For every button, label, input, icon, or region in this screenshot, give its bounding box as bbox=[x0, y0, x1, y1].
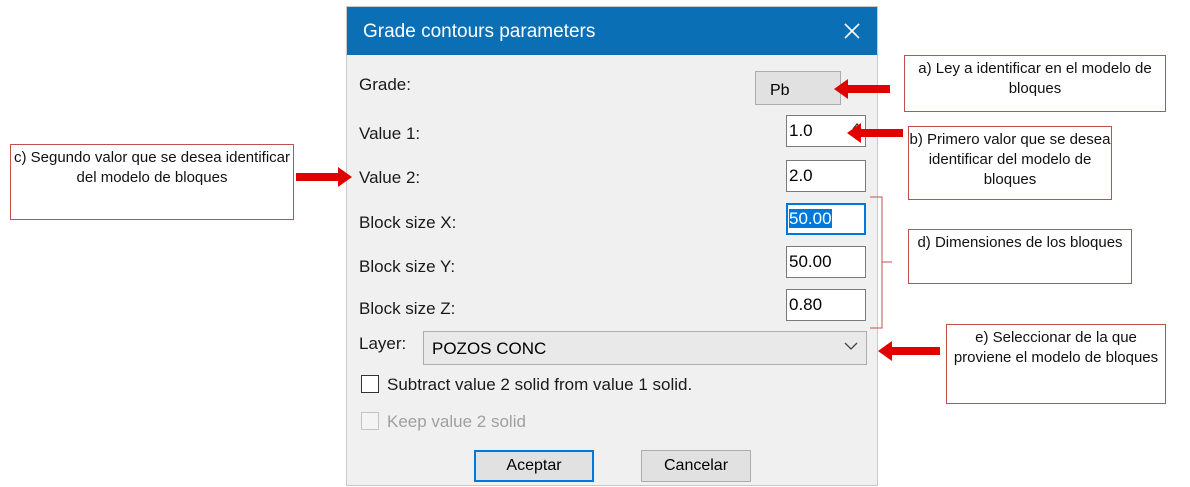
layer-select-value: POZOS CONC bbox=[432, 339, 547, 358]
layer-label: Layer: bbox=[359, 334, 407, 353]
annotation-e: e) Seleccionar de la que proviene el mod… bbox=[946, 324, 1166, 404]
annotation-e-text: e) Seleccionar de la que proviene el mod… bbox=[953, 329, 1159, 366]
annotation-b: b) Primero valor que se desea identifica… bbox=[908, 126, 1112, 200]
subtract-label: Subtract value 2 solid from value 1 soli… bbox=[387, 375, 693, 394]
keep-value2-label: Keep value 2 solid bbox=[387, 412, 526, 431]
value1-text: 1.0 bbox=[789, 121, 813, 140]
title-bar: Grade contours parameters bbox=[347, 7, 877, 55]
accept-button[interactable]: Aceptar bbox=[474, 450, 594, 482]
annotation-c: c) Segundo valor que se desea identifica… bbox=[10, 144, 294, 220]
subtract-checkbox[interactable] bbox=[361, 375, 379, 393]
grade-button[interactable]: Pb bbox=[755, 71, 841, 105]
keep-value2-checkbox bbox=[361, 412, 379, 430]
annotation-d: d) Dimensiones de los bloques bbox=[908, 229, 1132, 284]
chevron-down-icon bbox=[844, 342, 858, 350]
block-size-z-text: 0.80 bbox=[789, 295, 823, 314]
arrow-left-icon bbox=[847, 123, 903, 143]
annotation-b-text: b) Primero valor que se desea identifica… bbox=[909, 131, 1111, 188]
close-icon bbox=[844, 23, 860, 39]
annotation-d-text: d) Dimensiones de los bloques bbox=[917, 234, 1123, 251]
value2-label: Value 2: bbox=[359, 168, 421, 187]
arrow-left-icon bbox=[834, 79, 890, 99]
close-button[interactable] bbox=[827, 7, 877, 55]
block-size-x-label: Block size X: bbox=[359, 213, 457, 232]
annotation-a: a) Ley a identificar en el modelo de blo… bbox=[904, 55, 1166, 112]
grade-label: Grade: bbox=[359, 75, 411, 94]
block-size-x-text: 50.00 bbox=[789, 209, 832, 228]
block-size-x-input[interactable]: 50.00 bbox=[786, 203, 866, 235]
value2-text: 2.0 bbox=[789, 166, 813, 185]
block-size-z-input[interactable]: 0.80 bbox=[786, 289, 866, 321]
block-size-z-label: Block size Z: bbox=[359, 299, 456, 318]
value2-input[interactable]: 2.0 bbox=[786, 160, 866, 192]
cancel-button[interactable]: Cancelar bbox=[641, 450, 751, 482]
annotation-a-text: a) Ley a identificar en el modelo de blo… bbox=[918, 60, 1152, 97]
block-size-y-text: 50.00 bbox=[789, 252, 832, 271]
dialog-title: Grade contours parameters bbox=[363, 21, 596, 42]
block-size-y-input[interactable]: 50.00 bbox=[786, 246, 866, 278]
annotation-c-text: c) Segundo valor que se desea identifica… bbox=[13, 149, 290, 186]
bracket-icon bbox=[870, 196, 892, 329]
arrow-left-icon bbox=[878, 341, 940, 361]
arrow-right-icon bbox=[296, 167, 352, 187]
value1-label: Value 1: bbox=[359, 124, 421, 143]
block-size-y-label: Block size Y: bbox=[359, 257, 456, 276]
grade-contours-dialog: Grade contours parameters Grade: Pb Valu… bbox=[347, 7, 877, 485]
layer-select[interactable]: POZOS CONC bbox=[423, 331, 867, 365]
